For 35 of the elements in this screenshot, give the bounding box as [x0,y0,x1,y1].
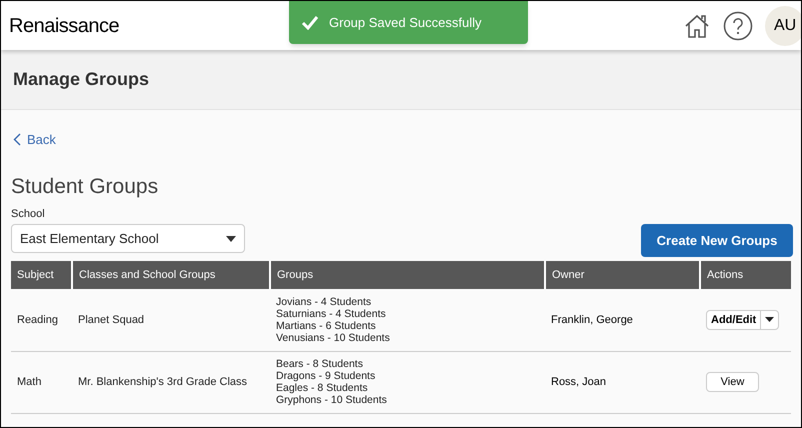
field-label: School [11,206,46,222]
check-icon [301,15,319,30]
add-edit-split-button[interactable]: Add/Edit [706,310,779,330]
table-cell: Planet Squad [72,289,270,351]
group-entry: Eagles - 8 Students [276,382,369,394]
dropdown-caret-icon[interactable] [765,317,774,322]
group-entry: Saturnians - 4 Students [276,308,387,320]
help-icon[interactable] [723,10,753,40]
back-link[interactable]: Back [13,130,56,150]
dropdown-caret-icon [226,236,236,242]
group-entry: Jovians - 4 Students [276,296,372,308]
toast-message: Group Saved Successfully [329,14,482,32]
school-select[interactable]: East Elementary School [11,224,245,253]
table-cell: Reading [11,289,72,351]
group-entry: Gryphons - 10 Students [276,394,388,406]
column-header: Owner [545,261,700,289]
user-avatar[interactable]: AU [765,6,801,46]
column-header: Actions [700,261,791,289]
group-entry: Martians - 6 Students [276,320,377,332]
table-cell: Ross, Joan [545,351,700,413]
group-entry: Dragons - 9 Students [276,370,376,382]
create-new-groups-button[interactable]: Create New Groups [641,224,793,257]
page-title: Manage Groups [13,68,150,91]
group-entry: Bears - 8 Students [276,358,364,370]
chevron-left-icon [13,133,21,146]
logo: Renaissance [9,14,120,38]
group-entry: Venusians - 10 Students [276,332,391,344]
table-cell: Math [11,351,72,413]
column-header: Subject [11,261,72,289]
column-header: Groups [270,261,545,289]
table-cell: Franklin, George [545,289,700,351]
table-cell: Mr. Blankenship's 3rd Grade Class [72,351,270,413]
column-header: Classes and School Groups [72,261,270,289]
section-title: Student Groups [11,174,160,200]
view-button[interactable]: View [706,372,759,392]
